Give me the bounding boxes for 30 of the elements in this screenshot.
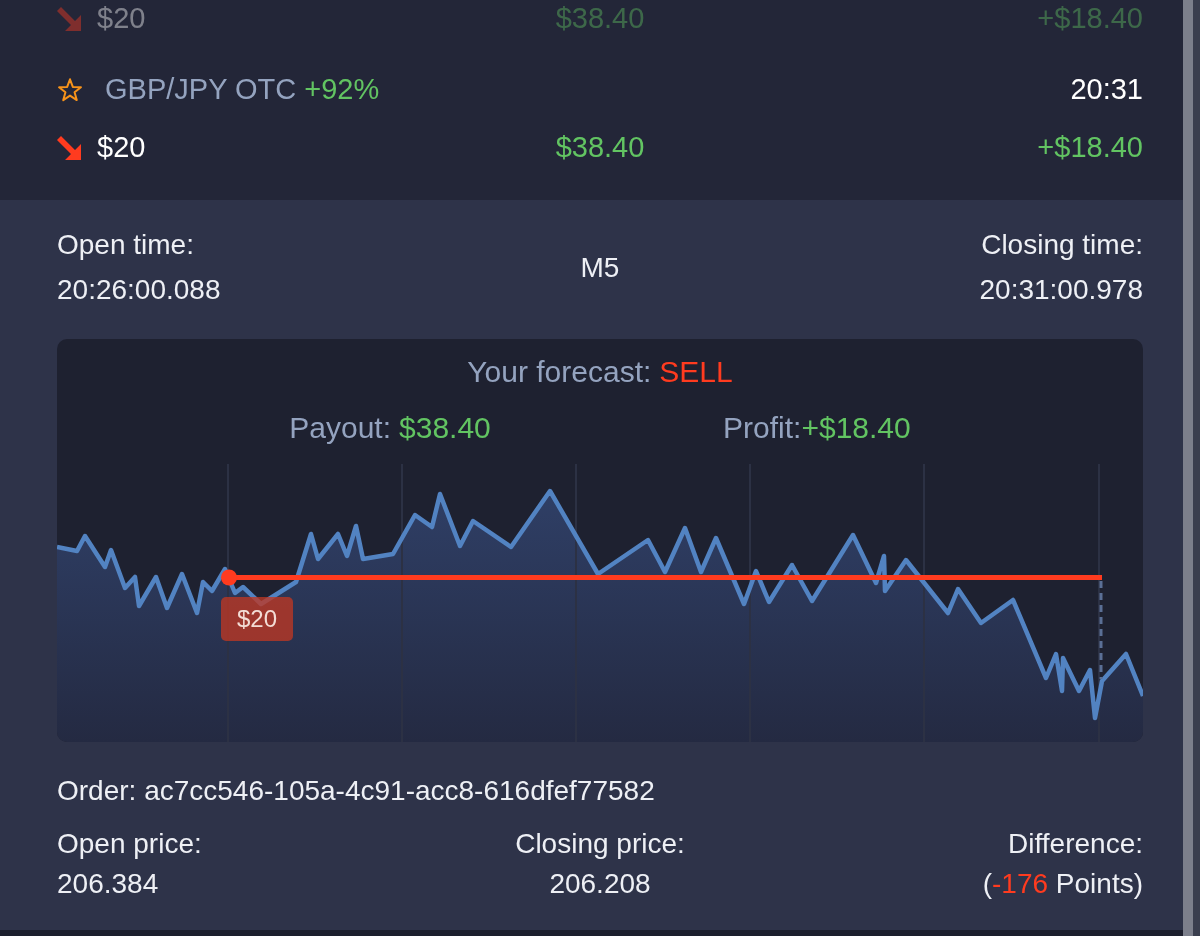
profit-text: Profit:+$18.40 bbox=[723, 410, 911, 446]
trade-amount: $20 bbox=[97, 1, 146, 37]
profit-amount: +$18.40 bbox=[1037, 131, 1143, 164]
open-time-label: Open time: bbox=[57, 228, 194, 262]
down-arrow-icon bbox=[57, 7, 81, 31]
closing-price-value: 206.208 bbox=[549, 867, 651, 901]
asset-name: GBP/JPY OTC bbox=[105, 72, 297, 108]
payout-percent: +92% bbox=[304, 72, 380, 108]
payout-text: Payout: $38.40 bbox=[289, 410, 491, 446]
entry-point-icon bbox=[221, 569, 237, 586]
open-time-value: 20:26:00.088 bbox=[57, 273, 221, 307]
expiry-time: 20:31 bbox=[1070, 72, 1143, 108]
star-icon[interactable] bbox=[57, 77, 83, 103]
closing-time-value: 20:31:00.978 bbox=[979, 273, 1143, 307]
trade-amount: $20 bbox=[97, 130, 146, 166]
open-price-label: Open price: bbox=[57, 827, 202, 861]
scrollbar-thumb[interactable] bbox=[1183, 0, 1193, 936]
forecast-text: Your forecast: SELL bbox=[467, 355, 733, 388]
down-arrow-icon bbox=[57, 136, 81, 160]
closing-price-label: Closing price: bbox=[515, 827, 685, 861]
timeframe-label: M5 bbox=[580, 251, 620, 283]
order-id-text: Order: ac7cc546-105a-4c91-acc8-616dfef77582 bbox=[57, 774, 656, 808]
payout-amount: $38.40 bbox=[555, 2, 645, 35]
trade-amount-tag: $20 bbox=[221, 597, 293, 641]
closing-time-label: Closing time: bbox=[981, 228, 1143, 262]
profit-amount: +$18.40 bbox=[1037, 2, 1143, 35]
payout-amount: $38.40 bbox=[555, 131, 645, 164]
difference-value: (-176 Points) bbox=[982, 867, 1143, 901]
open-price-value: 206.384 bbox=[57, 867, 159, 901]
difference-label: Difference: bbox=[1008, 827, 1143, 861]
